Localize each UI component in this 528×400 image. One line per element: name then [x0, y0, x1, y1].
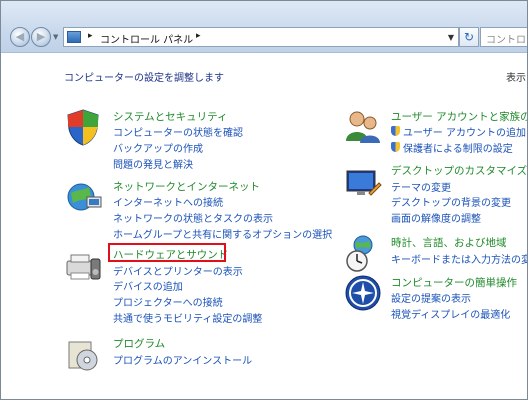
link-check-status[interactable]: コンピューターの状態を確認: [113, 124, 243, 139]
link-change-theme[interactable]: テーマの変更: [391, 179, 451, 194]
ease-of-access-icon[interactable]: [343, 273, 383, 313]
category-title[interactable]: ネットワークとインターネット: [113, 179, 260, 194]
category-title[interactable]: コンピューターの簡単操作: [391, 275, 517, 290]
link-homegroup[interactable]: ホームグループと共有に関するオプションの選択: [113, 226, 332, 241]
category-title[interactable]: プログラム: [113, 336, 165, 351]
link-connect-projector[interactable]: プロジェクターへの接続: [113, 294, 223, 309]
user-accounts-icon[interactable]: [343, 107, 383, 147]
link-backup[interactable]: バックアップの作成: [113, 140, 203, 155]
breadcrumb-separator[interactable]: ▸: [196, 31, 201, 41]
breadcrumb-separator[interactable]: ▸: [88, 31, 93, 41]
link-mobility-settings[interactable]: 共通で使うモビリティ設定の調整: [113, 310, 262, 325]
uac-shield-icon: [391, 126, 400, 136]
view-by-label[interactable]: 表示: [506, 69, 526, 84]
highlight-box: [108, 243, 226, 262]
back-button[interactable]: ◀: [10, 27, 30, 47]
link-devices-printers[interactable]: デバイスとプリンターの表示: [113, 263, 243, 278]
address-dropdown-icon[interactable]: ▼: [448, 33, 454, 42]
category-title[interactable]: ユーザー アカウントと家族のた: [391, 109, 527, 124]
link-troubleshoot[interactable]: 問題の発見と解決: [113, 156, 193, 171]
recent-pages-dropdown[interactable]: ▼: [53, 33, 58, 41]
category-title[interactable]: デスクトップのカスタマイズ: [391, 163, 527, 178]
link-parental-controls[interactable]: 保護者による制限の設定: [403, 140, 513, 155]
system-security-icon[interactable]: [63, 107, 103, 147]
category-title[interactable]: システムとセキュリティ: [113, 109, 228, 124]
control-panel-window: ◀ ▶ ▼ ▸ コントロール パネル ▸ ▼ ↻ コントロール コンピューターの…: [0, 0, 528, 400]
forward-arrow-icon: ▶: [36, 30, 46, 43]
control-panel-icon: [67, 31, 81, 43]
uac-shield-icon: [391, 142, 400, 152]
link-optimize-display[interactable]: 視覚ディスプレイの最適化: [391, 306, 510, 321]
link-connect-internet[interactable]: インターネットへの接続: [113, 194, 223, 209]
category-title[interactable]: 時計、言語、および地域: [391, 235, 507, 250]
link-network-status[interactable]: ネットワークの状態とタスクの表示: [113, 210, 273, 225]
programs-icon[interactable]: [63, 334, 103, 374]
hardware-sound-icon[interactable]: [63, 245, 103, 285]
clock-region-icon[interactable]: [343, 233, 383, 273]
search-placeholder: コントロール: [486, 35, 527, 46]
link-uninstall-program[interactable]: プログラムのアンインストール: [113, 352, 252, 367]
link-screen-resolution[interactable]: 画面の解像度の調整: [391, 210, 481, 225]
search-input[interactable]: コントロール: [480, 27, 527, 47]
link-add-device[interactable]: デバイスの追加: [113, 278, 183, 293]
appearance-personalization-icon[interactable]: [343, 163, 383, 203]
breadcrumb-control-panel[interactable]: コントロール パネル: [100, 31, 193, 46]
network-internet-icon[interactable]: [63, 177, 103, 217]
link-add-user-account[interactable]: ユーザー アカウントの追加ま: [403, 124, 527, 139]
link-change-keyboard[interactable]: キーボードまたは入力方法の変: [391, 251, 527, 266]
navigation-bar: ◀ ▶ ▼ ▸ コントロール パネル ▸ ▼ ↻ コントロール: [1, 1, 527, 53]
link-recommended-settings[interactable]: 設定の提案の表示: [391, 290, 471, 305]
page-title: コンピューターの設定を調整します: [64, 73, 224, 84]
address-bar[interactable]: ▸ コントロール パネル ▸ ▼: [63, 27, 459, 47]
refresh-button[interactable]: ↻: [459, 27, 479, 47]
back-arrow-icon: ◀: [15, 30, 25, 43]
link-change-background[interactable]: デスクトップの背景の変更: [391, 194, 511, 209]
forward-button[interactable]: ▶: [31, 27, 51, 47]
